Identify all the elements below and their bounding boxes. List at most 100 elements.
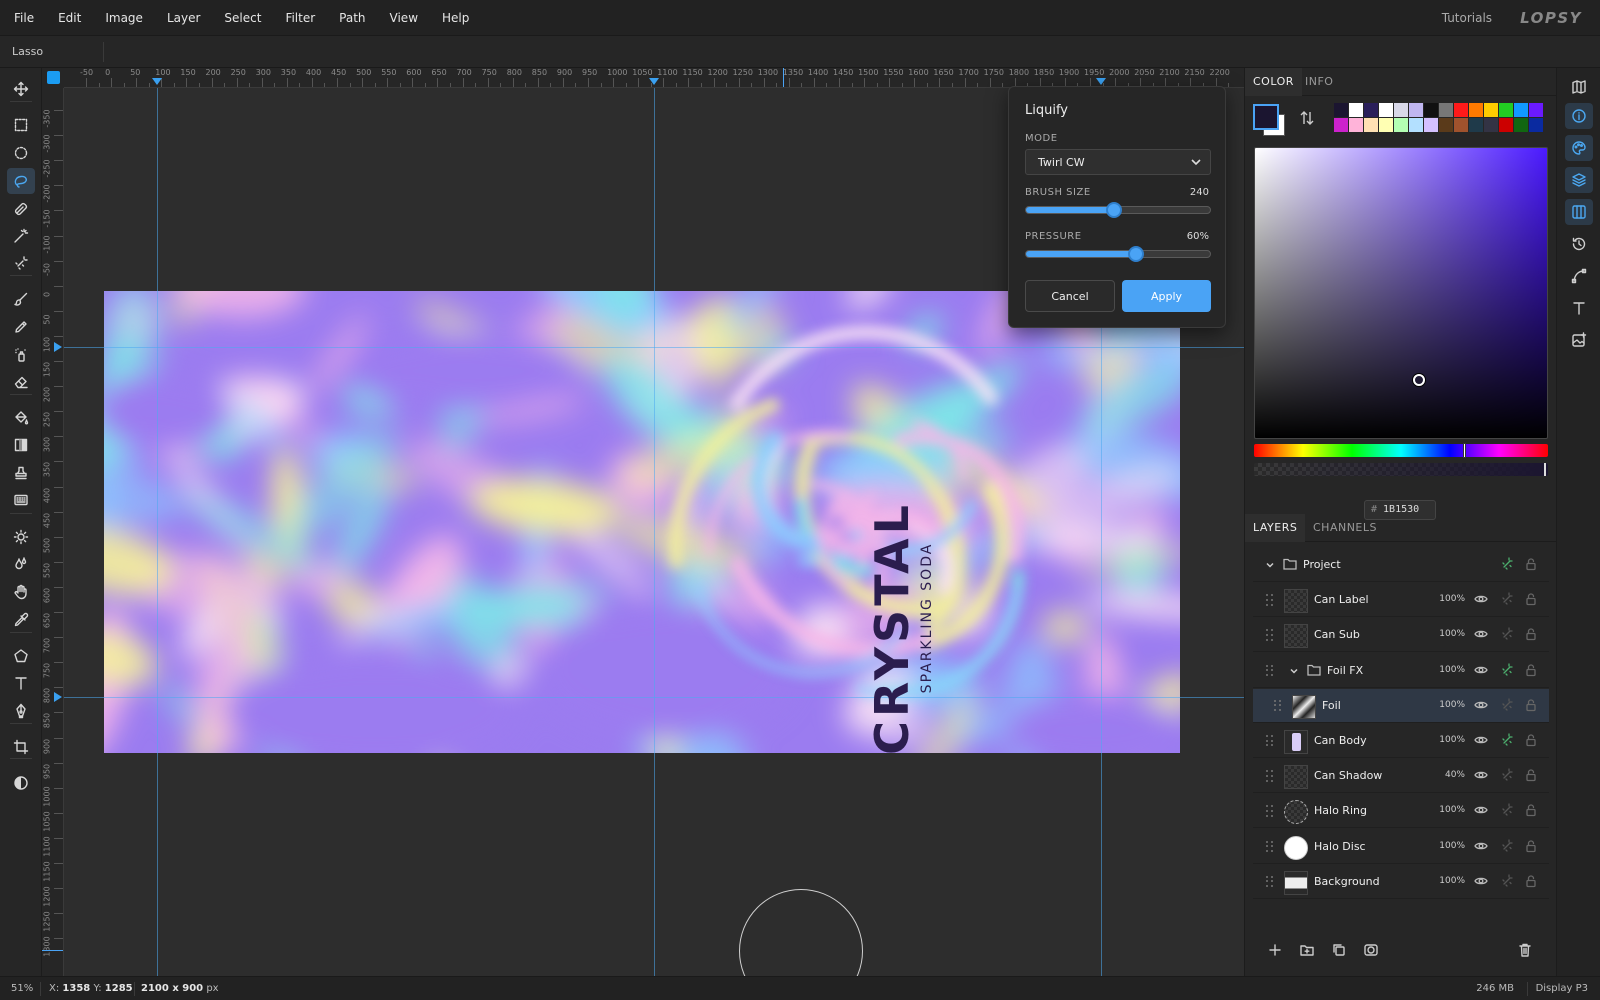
layer-opacity[interactable]: 100% <box>1439 594 1465 604</box>
palette-swatch[interactable] <box>1424 118 1438 132</box>
lock-icon[interactable] <box>1524 803 1538 817</box>
brush-tool[interactable] <box>7 286 35 312</box>
palette-swatch[interactable] <box>1529 118 1543 132</box>
guide-marker-v[interactable] <box>54 692 62 702</box>
layer-row[interactable]: Can Sub 100% <box>1253 618 1549 653</box>
layer-opacity[interactable]: 100% <box>1439 805 1465 815</box>
delete-layer-icon[interactable] <box>1517 942 1533 958</box>
palette-swatch[interactable] <box>1514 118 1528 132</box>
tab-layers[interactable]: LAYERS <box>1245 514 1306 542</box>
visibility-eye-icon[interactable] <box>1474 733 1488 747</box>
palette-swatch[interactable] <box>1439 118 1453 132</box>
marquee-ellipse-tool[interactable] <box>7 140 35 166</box>
drag-handle[interactable] <box>1266 875 1274 888</box>
palette-swatch[interactable] <box>1379 103 1393 117</box>
guide-marker-h[interactable] <box>152 78 162 85</box>
dock-adjustments[interactable] <box>1565 327 1593 353</box>
layer-opacity[interactable]: 100% <box>1439 665 1465 675</box>
layer-row[interactable]: Halo Ring 100% <box>1253 794 1549 829</box>
dock-navigator[interactable] <box>1565 74 1593 100</box>
pressure-slider[interactable] <box>1025 246 1211 262</box>
guide-vertical[interactable] <box>654 88 655 976</box>
drag-handle[interactable] <box>1266 594 1274 606</box>
visibility-eye-icon[interactable] <box>1474 592 1488 606</box>
menu-layer[interactable]: Layer <box>155 0 212 36</box>
palette-swatch[interactable] <box>1349 103 1363 117</box>
slider-handle[interactable] <box>1128 246 1145 262</box>
alpha-slider[interactable] <box>1254 463 1548 476</box>
lock-icon[interactable] <box>1524 733 1538 747</box>
stamp-tool[interactable] <box>7 460 35 486</box>
lock-icon[interactable] <box>1524 627 1538 641</box>
menu-help[interactable]: Help <box>430 0 481 36</box>
lock-icon[interactable] <box>1524 768 1538 782</box>
foreground-color-swatch[interactable] <box>1253 104 1279 130</box>
spray-tool[interactable] <box>7 342 35 368</box>
layer-effects-icon[interactable] <box>1500 768 1514 782</box>
palette-swatch[interactable] <box>1394 103 1408 117</box>
drag-handle[interactable] <box>1266 805 1274 817</box>
pencil-tool[interactable] <box>7 314 35 340</box>
dock-history[interactable] <box>1565 231 1593 257</box>
palette-swatch[interactable] <box>1409 103 1423 117</box>
swap-colors-icon[interactable] <box>1299 110 1315 126</box>
magic-wand-tool[interactable] <box>7 223 35 249</box>
layer-opacity[interactable]: 100% <box>1439 629 1465 639</box>
palette-swatch[interactable] <box>1484 118 1498 132</box>
layer-row[interactable]: Can Body 100% <box>1253 724 1549 758</box>
duplicate-layer-icon[interactable] <box>1331 942 1347 958</box>
shape-tool[interactable] <box>7 643 35 669</box>
text-tool[interactable] <box>7 670 35 696</box>
pattern-tool[interactable] <box>7 487 35 513</box>
tab-color[interactable]: COLOR <box>1245 68 1302 96</box>
layer-effects-icon[interactable] <box>1500 557 1514 571</box>
hue-slider[interactable] <box>1254 443 1548 458</box>
lasso-tool[interactable] <box>7 168 35 194</box>
mode-select[interactable]: Twirl CW <box>1025 149 1211 175</box>
palette-swatch[interactable] <box>1364 103 1378 117</box>
menu-file[interactable]: File <box>0 0 46 36</box>
guide-marker-h[interactable] <box>1096 78 1106 85</box>
layer-opacity[interactable]: 40% <box>1445 770 1465 780</box>
layer-effects-icon[interactable] <box>1500 803 1514 817</box>
dock-columns[interactable] <box>1565 199 1593 225</box>
saturation-value-picker[interactable] <box>1254 147 1548 439</box>
menu-edit[interactable]: Edit <box>46 0 93 36</box>
pen-tool[interactable] <box>7 698 35 724</box>
horizontal-ruler[interactable]: -50 0 50 100 150 200 250 300 350 400 450 500 550 600 6… <box>64 68 1244 88</box>
menu-filter[interactable]: Filter <box>273 0 327 36</box>
smudge-tool[interactable] <box>7 579 35 605</box>
visibility-eye-icon[interactable] <box>1474 663 1488 677</box>
layer-row[interactable]: Can Label 100% <box>1253 583 1549 618</box>
mask-mode-tool[interactable] <box>7 770 35 796</box>
chevron-down-icon[interactable] <box>1265 560 1275 570</box>
layer-row[interactable]: Halo Disc 100% <box>1253 830 1549 864</box>
drag-handle[interactable] <box>1266 664 1274 677</box>
menu-path[interactable]: Path <box>327 0 377 36</box>
lock-icon[interactable] <box>1524 592 1538 606</box>
quick-select-tool[interactable] <box>7 196 35 222</box>
lock-icon[interactable] <box>1524 874 1538 888</box>
layer-row[interactable]: Background 100% <box>1253 865 1549 899</box>
lock-icon[interactable] <box>1524 698 1538 712</box>
tab-info[interactable]: INFO <box>1297 68 1341 96</box>
palette-swatch[interactable] <box>1499 118 1513 132</box>
palette-swatch[interactable] <box>1454 118 1468 132</box>
visibility-eye-icon[interactable] <box>1474 768 1488 782</box>
artboard[interactable] <box>104 291 1180 753</box>
visibility-eye-icon[interactable] <box>1474 627 1488 641</box>
apply-button[interactable]: Apply <box>1122 280 1211 312</box>
palette-swatch[interactable] <box>1334 103 1348 117</box>
palette-swatch[interactable] <box>1514 103 1528 117</box>
paint-bucket-tool[interactable] <box>7 405 35 431</box>
guide-marker-v[interactable] <box>54 342 62 352</box>
blur-tool[interactable] <box>7 551 35 577</box>
cancel-button[interactable]: Cancel <box>1025 280 1115 312</box>
brush-size-slider[interactable] <box>1025 202 1211 218</box>
palette-swatch[interactable] <box>1334 118 1348 132</box>
visibility-eye-icon[interactable] <box>1474 803 1488 817</box>
visibility-eye-icon[interactable] <box>1474 839 1488 853</box>
drag-handle[interactable] <box>1266 840 1274 853</box>
drag-handle[interactable] <box>1266 629 1274 641</box>
eyedropper-tool[interactable] <box>7 607 35 633</box>
